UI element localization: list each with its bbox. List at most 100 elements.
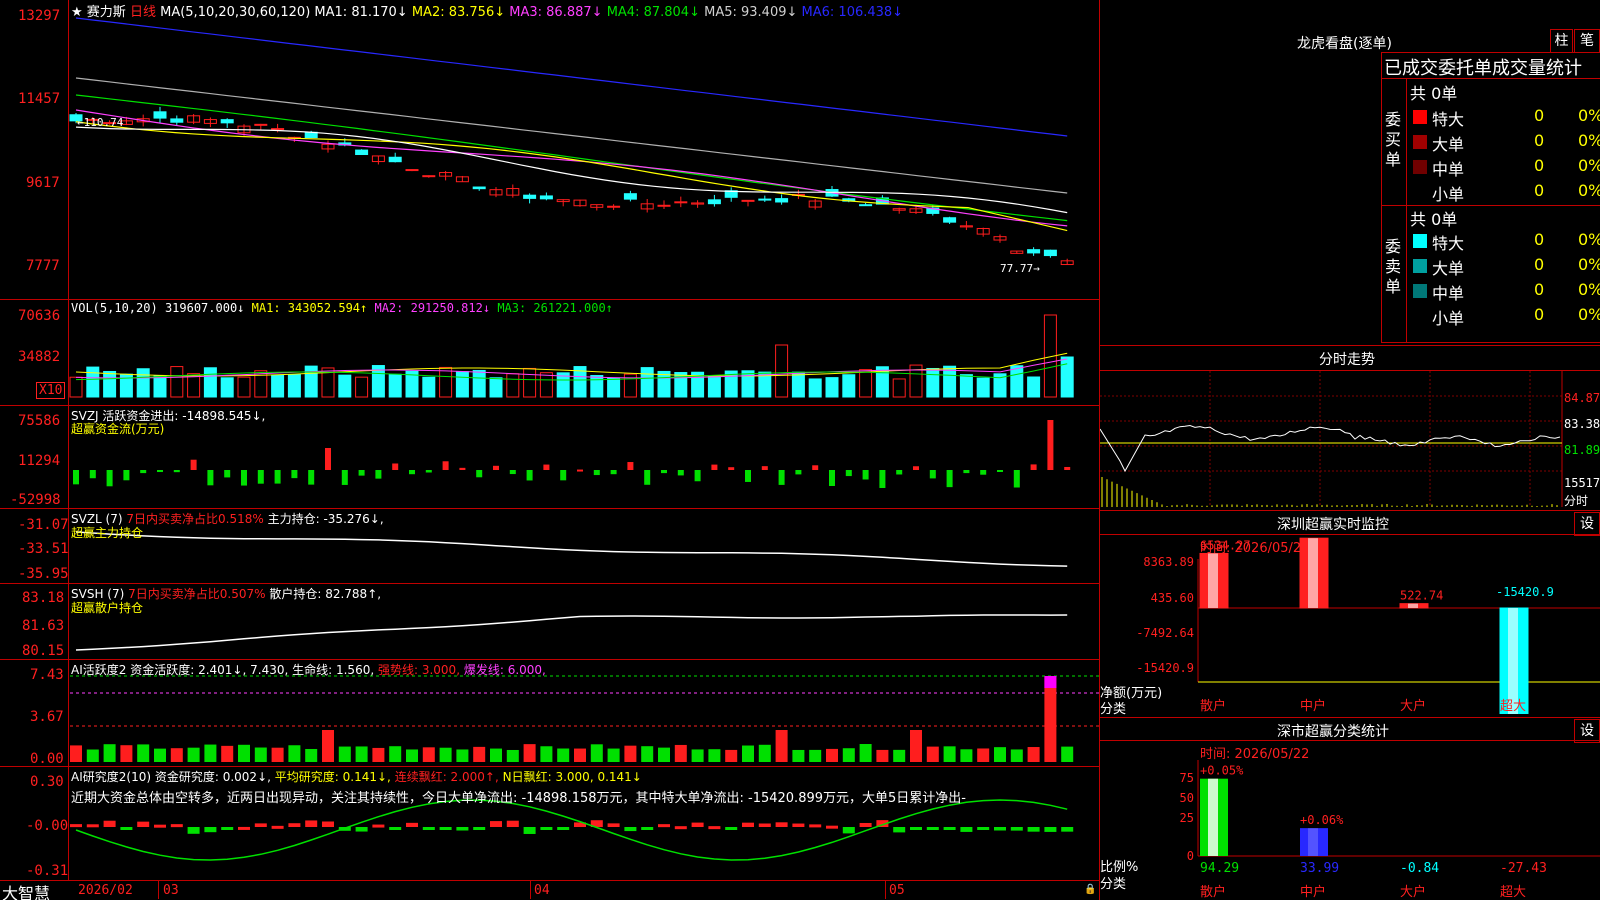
ma-params: MA(5,10,20,30,60,120)	[160, 5, 311, 20]
dragon-pct: 0%	[1578, 230, 1600, 249]
vol-y-tick: 34882	[18, 349, 61, 365]
activity-bar	[994, 747, 1006, 762]
volume-bar	[506, 373, 520, 398]
activity-bar	[86, 749, 99, 762]
lock-icon[interactable]: 🔒	[1084, 884, 1096, 895]
bar-mode-button[interactable]: 柱	[1550, 29, 1573, 53]
dragon-swatch	[1413, 259, 1427, 273]
y-tick: 7777	[26, 258, 60, 274]
activity-bar	[943, 746, 956, 762]
classify-y-label: 50	[1180, 791, 1194, 805]
monitor-settings-button[interactable]: 设	[1574, 512, 1600, 536]
candle-body	[422, 175, 436, 178]
flow-bar	[913, 466, 919, 470]
activity-bar	[506, 749, 519, 762]
activity-bar	[238, 744, 250, 762]
y-tick: 0.00	[30, 751, 64, 767]
dragon-name: 大单	[1432, 135, 1465, 154]
dragon-name: 特大	[1432, 110, 1465, 129]
research-bar	[708, 826, 721, 830]
flow-bar	[694, 470, 701, 482]
volume-bar	[842, 374, 856, 398]
volume-bar	[304, 365, 318, 398]
flow-bar	[980, 470, 987, 475]
activity-bar	[725, 749, 738, 762]
vol-header: VOL(5,10,20) 319607.000↓ MA1: 343052.594…	[71, 301, 613, 315]
flow-bar	[728, 467, 735, 470]
monitor-value-label: 522.74	[1400, 589, 1443, 603]
y-tick: 75586	[18, 413, 61, 429]
vol-unit-button[interactable]: X10	[36, 382, 66, 399]
classify-chart: 75 50 25 0 +0.05% 94.29 散户 +0.06% 33.99 中户 -0.84 大户…	[1180, 760, 1600, 900]
vol-y-tick: 70636	[18, 308, 61, 324]
dragon-name: 小单	[1432, 185, 1465, 204]
activity-bar	[406, 749, 418, 762]
candle-body	[388, 156, 402, 163]
star-icon[interactable]: ★	[71, 5, 83, 20]
activity-bar	[910, 730, 922, 762]
flow-bar	[207, 470, 214, 486]
volume-bar	[86, 366, 100, 398]
flow-bar	[745, 470, 751, 482]
volume-bar	[707, 375, 721, 398]
flow-bar	[325, 448, 331, 470]
dragon-count: 0	[1534, 181, 1545, 200]
intraday-chart[interactable]	[1100, 371, 1600, 511]
tick-mode-button[interactable]: 笔	[1574, 29, 1600, 53]
dragon-pct: 0%	[1578, 106, 1600, 125]
y-tick: -0.00	[26, 818, 69, 834]
volume-bar	[489, 377, 503, 398]
candle-body	[405, 169, 419, 172]
flow-bar	[610, 470, 617, 475]
flow-bar	[341, 470, 348, 485]
flow-bar	[543, 464, 550, 470]
classify-category: 散户	[1200, 884, 1226, 900]
y-tick: 0.30	[30, 774, 64, 790]
period-label[interactable]: 日线	[130, 5, 156, 20]
activity-bar	[674, 744, 687, 762]
candle-body	[623, 193, 637, 200]
candle-body	[1043, 249, 1057, 257]
y-tick: 7.43	[30, 667, 64, 683]
low-label: 77.77→	[1000, 262, 1040, 275]
volume-bar	[271, 374, 285, 398]
activity-bar	[624, 745, 637, 762]
research-bar	[1010, 827, 1023, 831]
research-bar	[70, 824, 82, 828]
research-bar	[154, 824, 166, 828]
dragon-head: 已成交委托单成交量统计	[1384, 58, 1582, 79]
flow-bar	[476, 470, 483, 478]
dragon-count: 0	[1534, 305, 1545, 324]
main-chart-area[interactable]	[0, 0, 1100, 900]
volume-bar	[103, 370, 117, 398]
dragon-name: 中单	[1432, 160, 1465, 179]
dragon-pct: 0%	[1578, 305, 1600, 324]
activity-bar	[137, 744, 150, 762]
candle-body	[775, 198, 789, 203]
stock-chart-window: ★ 赛力斯 日线 MA(5,10,20,30,60,120) MA1: 81.1…	[0, 0, 1600, 900]
activity-bar	[960, 749, 973, 762]
research-bar	[187, 827, 200, 834]
activity-bar	[372, 747, 385, 762]
flow-bar	[677, 470, 684, 476]
candle-body	[355, 149, 369, 156]
fenshi-bottom: 分时	[1564, 494, 1589, 508]
activity-bar	[523, 744, 536, 762]
activity-bar	[775, 730, 788, 762]
research-bar	[691, 822, 704, 827]
ma1-line	[75, 126, 1068, 214]
volume-bar	[472, 369, 486, 398]
candle-body	[607, 205, 621, 208]
y-tick: 3.67	[30, 709, 64, 725]
classify-category: 大户	[1400, 884, 1426, 900]
dragon-count: 0	[1534, 106, 1545, 125]
research-bar	[809, 824, 822, 828]
fenshi-y: 83.38	[1564, 417, 1600, 431]
activity-bar	[809, 749, 822, 762]
flow-bar	[560, 470, 567, 481]
research-bar	[960, 827, 973, 832]
y-tick: 81.63	[22, 618, 65, 634]
flow-bar	[274, 470, 281, 484]
ma4-line	[75, 94, 1068, 222]
stock-name: 赛力斯	[86, 5, 126, 20]
